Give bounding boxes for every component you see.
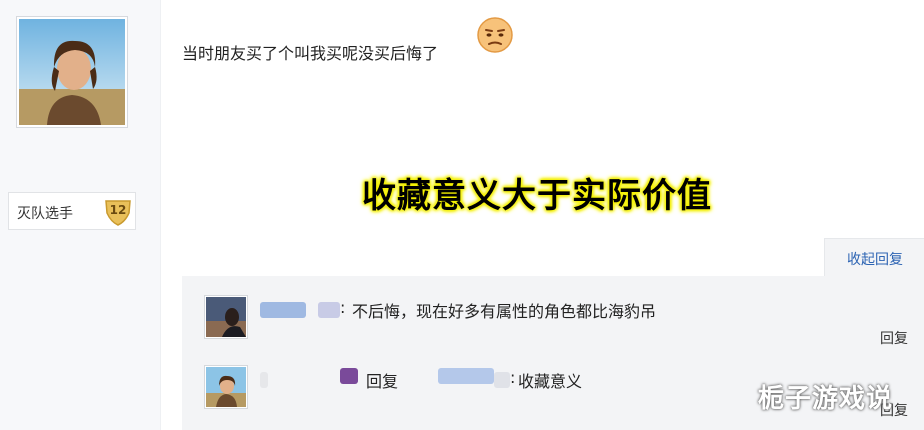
level-shield-icon: 12 — [103, 197, 133, 227]
reply-avatar[interactable] — [204, 295, 248, 339]
reply-avatar-image — [206, 367, 246, 407]
level-title: 灭队选手 — [17, 206, 73, 222]
blurred-username — [260, 372, 268, 388]
post-body-text: 当时朋友买了个叫我买呢没买后悔了 — [182, 44, 439, 63]
reply-button[interactable]: 回复 — [880, 328, 908, 348]
blurred-username — [340, 368, 358, 384]
blurred-username — [260, 302, 306, 318]
blurred-username — [438, 368, 494, 384]
image-caption-text: 收藏意义大于实际价值 — [362, 176, 712, 216]
reply-content: 收藏意义 — [518, 372, 583, 391]
avatar-image — [19, 19, 125, 125]
author-sidebar: 灭队选手 12 — [0, 0, 161, 430]
reply-avatar-image — [206, 297, 246, 337]
reply-separator: : — [340, 298, 346, 317]
reply-item: : 不后悔，现在好多有属性的角色都比海豹吊 回复 — [182, 276, 924, 352]
unamused-face-emoji-icon — [476, 16, 514, 54]
watermark-text: 栀子游戏说 — [758, 384, 894, 414]
reply-avatar[interactable] — [204, 365, 248, 409]
user-level-badge[interactable]: 灭队选手 12 — [8, 192, 136, 230]
reply-separator: : — [510, 368, 516, 387]
collapse-replies-button[interactable]: 收起回复 — [824, 238, 924, 276]
author-avatar[interactable] — [16, 16, 128, 128]
reply-to-label: 回复 — [366, 372, 399, 391]
collapse-replies-label: 收起回复 — [847, 252, 903, 268]
level-number: 12 — [109, 203, 127, 217]
blurred-username — [318, 302, 340, 318]
blurred-username — [494, 372, 510, 388]
reply-content: 不后悔，现在好多有属性的角色都比海豹吊 — [352, 302, 657, 321]
